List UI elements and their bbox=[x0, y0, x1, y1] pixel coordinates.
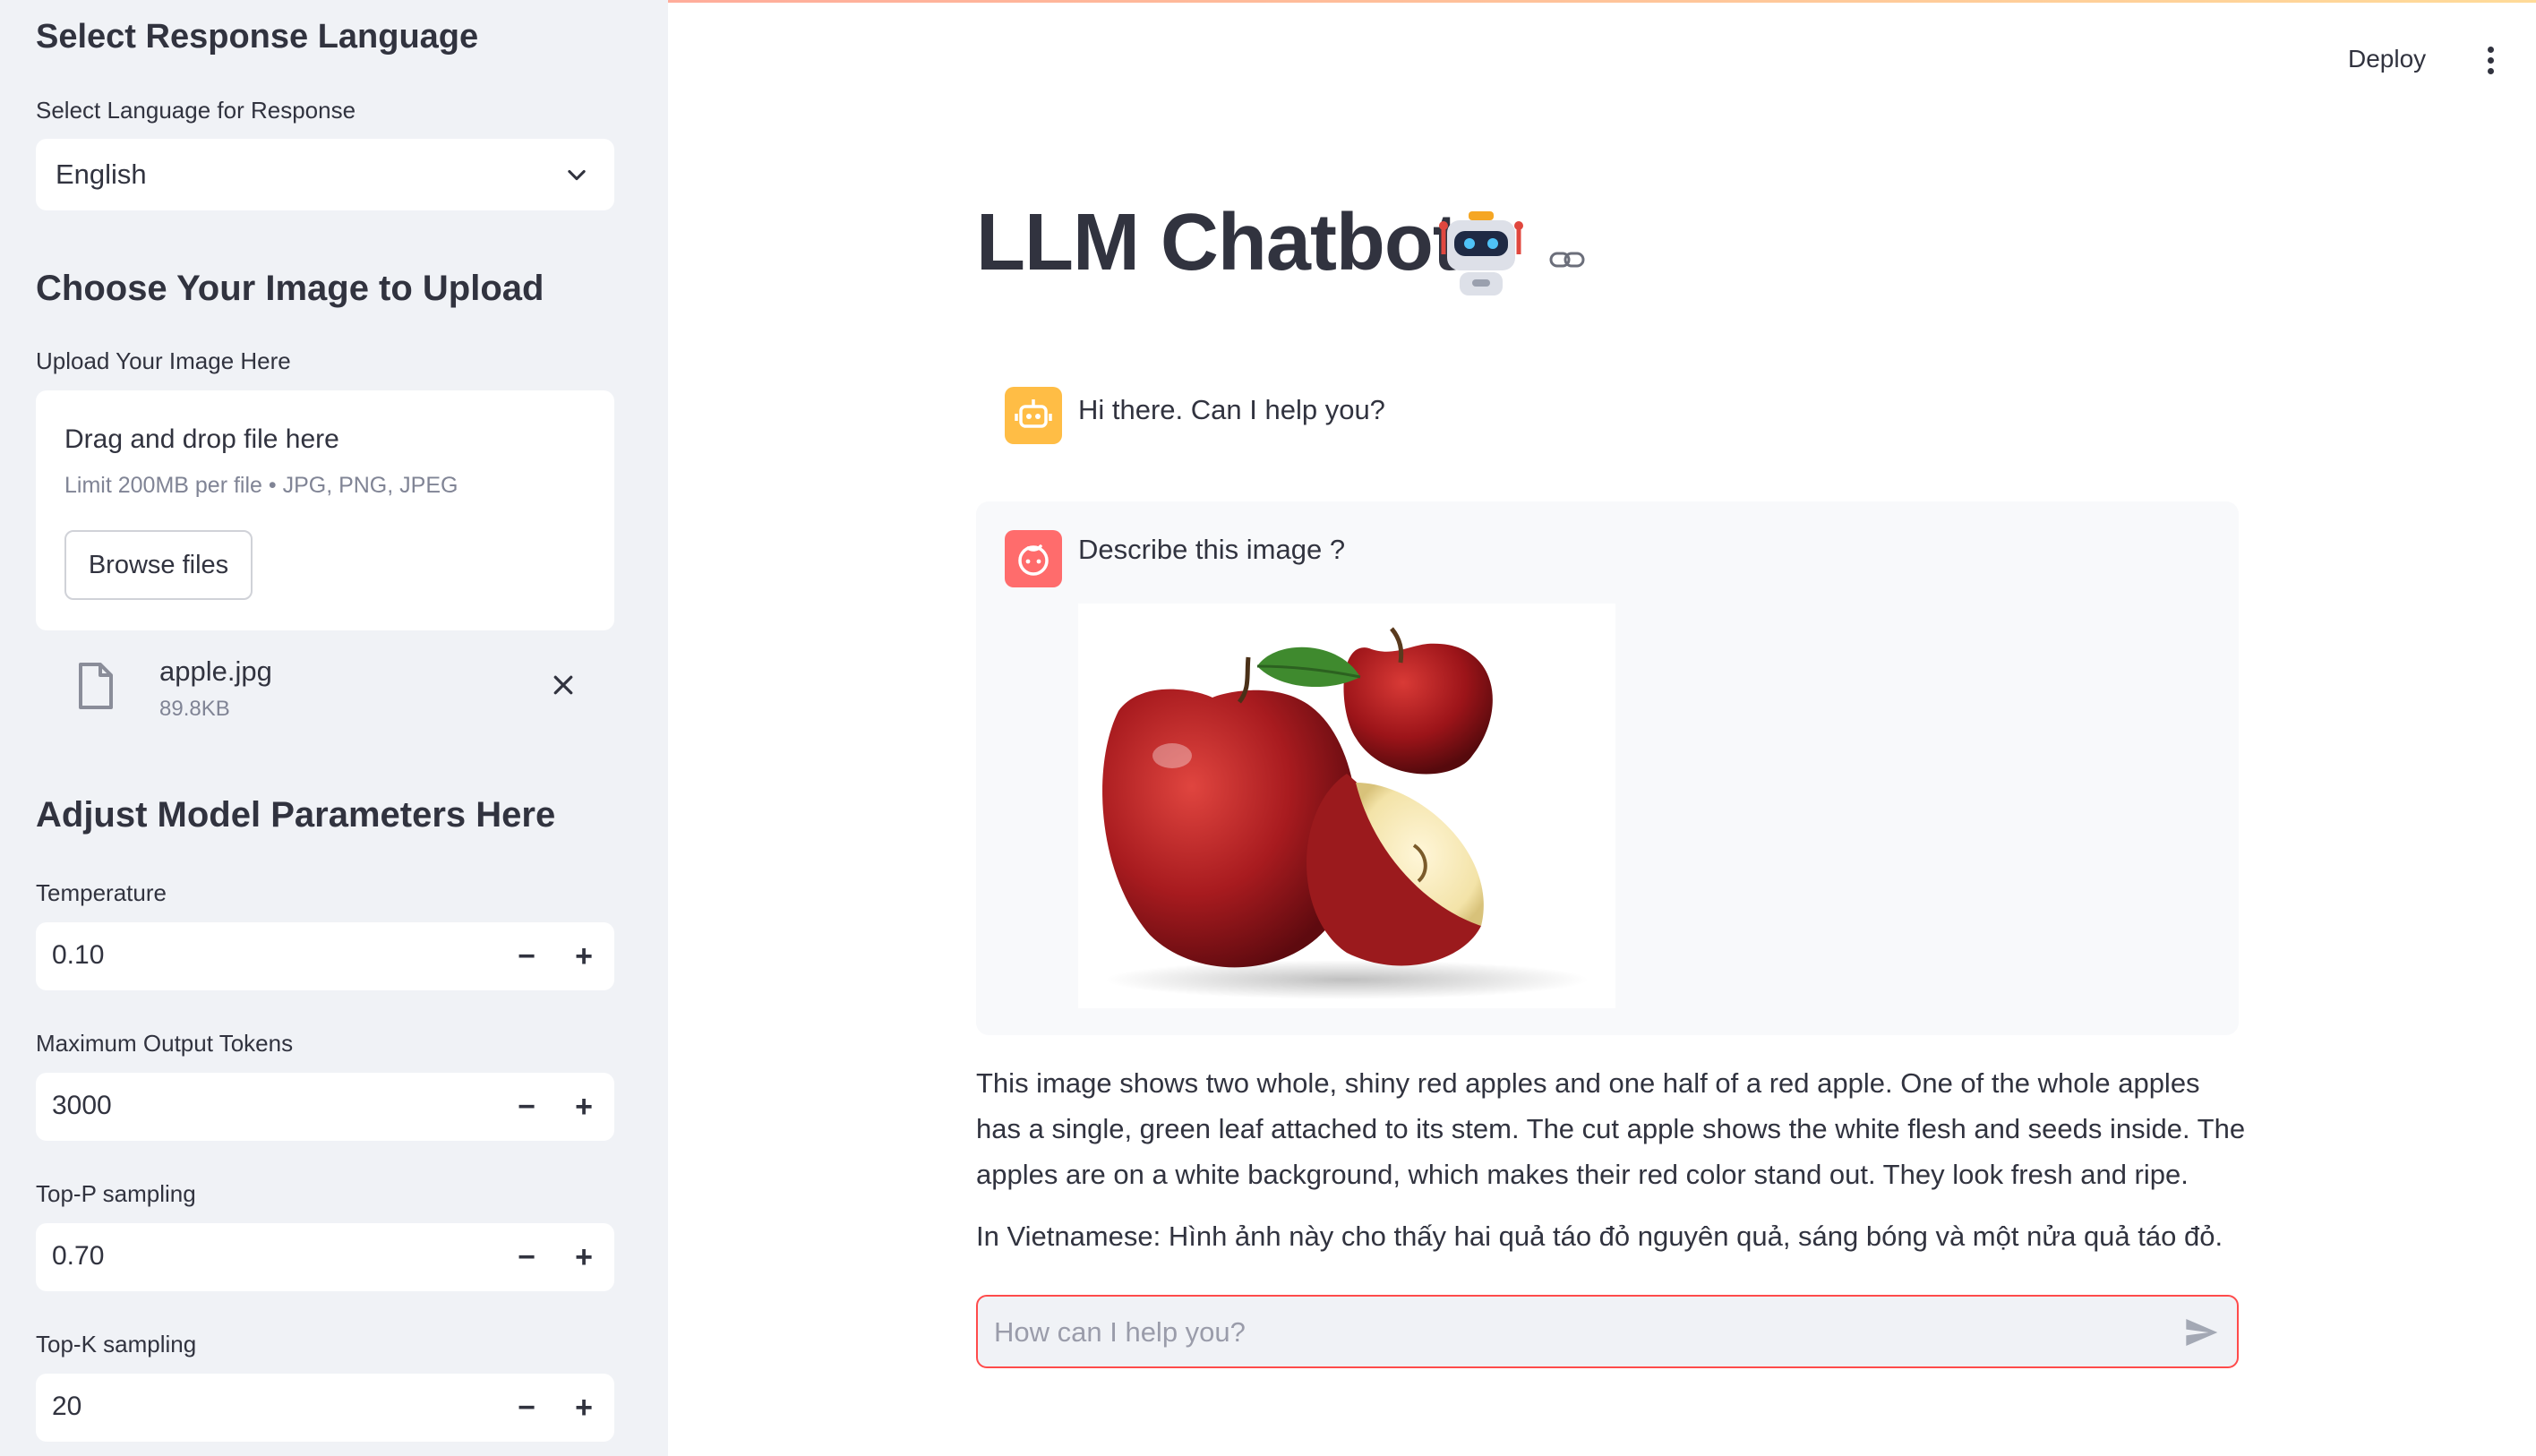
chat-message-user: Describe this image ? bbox=[976, 501, 2239, 1035]
uploaded-file: apple.jpg 89.8KB bbox=[36, 645, 614, 731]
max-tokens-increment-button[interactable]: + bbox=[555, 1073, 613, 1141]
uploaded-apple-image bbox=[1078, 604, 1615, 1008]
chat-input-box[interactable] bbox=[976, 1295, 2239, 1368]
answer-paragraph: This image shows two whole, shiny red ap… bbox=[976, 1067, 2246, 1190]
send-icon[interactable] bbox=[2183, 1315, 2219, 1355]
chevron-down-icon bbox=[564, 162, 589, 192]
file-icon bbox=[77, 661, 115, 715]
top-k-label: Top-K sampling bbox=[36, 1331, 197, 1358]
dropzone-title: Drag and drop file here bbox=[64, 424, 339, 454]
robot-icon bbox=[1436, 208, 1526, 302]
max-tokens-value[interactable]: 3000 bbox=[52, 1091, 112, 1121]
file-size: 89.8KB bbox=[159, 697, 230, 721]
max-tokens-label: Maximum Output Tokens bbox=[36, 1030, 294, 1057]
top-p-label: Top-P sampling bbox=[36, 1180, 196, 1207]
answer-paragraph: In Vietnamese: Hình ảnh này cho thấy hai… bbox=[976, 1220, 2223, 1252]
link-icon[interactable] bbox=[1549, 249, 1585, 275]
top-p-increment-button[interactable]: + bbox=[555, 1223, 613, 1291]
temperature-decrement-button[interactable]: − bbox=[498, 922, 555, 990]
language-select[interactable]: English bbox=[36, 139, 614, 210]
language-select-value: English bbox=[56, 158, 147, 190]
upload-heading: Choose Your Image to Upload bbox=[36, 269, 544, 308]
max-tokens-decrement-button[interactable]: − bbox=[498, 1073, 555, 1141]
more-vert-icon[interactable] bbox=[2477, 47, 2504, 79]
assistant-message-text: Hi there. Can I help you? bbox=[1078, 394, 1385, 425]
top-k-input[interactable]: 20 − + bbox=[36, 1374, 614, 1442]
max-tokens-input[interactable]: 3000 − + bbox=[36, 1073, 614, 1141]
top-p-value[interactable]: 0.70 bbox=[52, 1241, 104, 1272]
deploy-button[interactable]: Deploy bbox=[2348, 45, 2426, 73]
top-p-decrement-button[interactable]: − bbox=[498, 1223, 555, 1291]
close-icon[interactable] bbox=[550, 672, 577, 703]
upload-label: Upload Your Image Here bbox=[36, 347, 291, 374]
user-message-text: Describe this image ? bbox=[1078, 534, 1346, 565]
temperature-input[interactable]: 0.10 − + bbox=[36, 922, 614, 990]
top-p-input[interactable]: 0.70 − + bbox=[36, 1223, 614, 1291]
top-k-decrement-button[interactable]: − bbox=[498, 1374, 555, 1442]
file-name: apple.jpg bbox=[159, 655, 272, 687]
temperature-value[interactable]: 0.10 bbox=[52, 940, 104, 971]
assistant-answer: This image shows two whole, shiny red ap… bbox=[976, 1060, 2248, 1266]
page-title: LLM Chatbot bbox=[976, 198, 1460, 287]
top-k-increment-button[interactable]: + bbox=[555, 1374, 613, 1442]
sidebar: Select Response Language Select Language… bbox=[0, 0, 668, 1456]
temperature-increment-button[interactable]: + bbox=[555, 922, 613, 990]
params-heading: Adjust Model Parameters Here bbox=[36, 795, 556, 835]
top-k-value[interactable]: 20 bbox=[52, 1392, 81, 1422]
language-heading: Select Response Language bbox=[36, 18, 479, 56]
user-avatar bbox=[1005, 530, 1062, 587]
file-dropzone[interactable]: Drag and drop file here Limit 200MB per … bbox=[36, 390, 614, 630]
dropzone-limit: Limit 200MB per file • JPG, PNG, JPEG bbox=[64, 473, 458, 498]
browse-files-button[interactable]: Browse files bbox=[64, 530, 253, 600]
temperature-label: Temperature bbox=[36, 879, 167, 906]
assistant-avatar bbox=[1005, 387, 1062, 444]
language-label: Select Language for Response bbox=[36, 97, 356, 124]
chat-input[interactable] bbox=[992, 1309, 2160, 1356]
chat-message-assistant: Hi there. Can I help you? bbox=[976, 381, 2239, 444]
